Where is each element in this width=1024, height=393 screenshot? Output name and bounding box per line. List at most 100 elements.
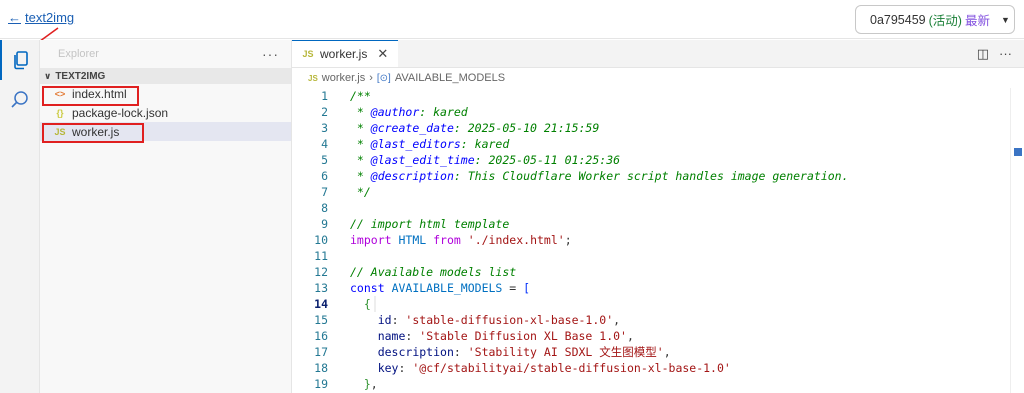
code-text: // Available models list <box>350 265 517 279</box>
file-worker-js[interactable]: JS worker.js <box>40 122 291 141</box>
code-text: key: '@cf/stabilityai/stable-diffusion-x… <box>377 361 731 375</box>
line-number: 19 <box>314 377 328 391</box>
version-status: (活动) <box>928 14 962 28</box>
line-number: 17 <box>314 345 328 359</box>
line-number: 12 <box>314 265 328 279</box>
code-line[interactable]: 7 */ <box>292 184 1024 200</box>
code-text: * @create_date: 2025-05-10 21:15:59 <box>350 121 600 135</box>
file-name: worker.js <box>72 124 120 139</box>
search-icon <box>11 91 28 108</box>
code-line[interactable]: 8 <box>292 200 1024 216</box>
code-line[interactable]: 10 import HTML from './index.html'; <box>292 232 1024 248</box>
line-number: 16 <box>314 329 328 343</box>
line-number: 11 <box>314 249 328 263</box>
variable-symbol-icon: [⊙] <box>376 72 391 84</box>
line-number: 18 <box>314 361 328 375</box>
code-line[interactable]: 1 /** <box>292 88 1024 104</box>
version-latest-badge: 最新 <box>964 14 990 28</box>
line-number: 1 <box>321 89 328 103</box>
scroll-marker <box>1014 148 1022 156</box>
code-text: * @author: kared <box>350 105 468 119</box>
code-text: description: 'Stability AI SDXL 文生图模型', <box>377 345 671 359</box>
more-actions-icon[interactable]: ··· <box>262 46 279 62</box>
code-line[interactable]: 13 const AVAILABLE_MODELS = [ <box>292 280 1024 296</box>
back-link-label: text2img <box>25 10 75 25</box>
explorer-sidebar: Explorer ··· ∨ TEXT2IMG <> index.html {}… <box>40 40 292 393</box>
top-bar: ← text2img 0a795459 (活动) 最新 ▼ <box>0 0 1024 39</box>
code-text: const AVAILABLE_MODELS = [ <box>350 281 531 295</box>
chevron-down-icon: ∨ <box>44 70 52 81</box>
json-file-icon: {} <box>56 107 64 118</box>
breadcrumb-file[interactable]: worker.js <box>322 72 365 84</box>
line-number: 8 <box>321 201 328 215</box>
file-package-lock-json[interactable]: {} package-lock.json <box>40 103 291 122</box>
code-line[interactable]: 16 name: 'Stable Diffusion XL Base 1.0', <box>292 328 1024 344</box>
back-arrow-icon: ← <box>8 10 21 25</box>
code-line[interactable]: 2 * @author: kared <box>292 104 1024 120</box>
line-number: 14 <box>314 297 328 311</box>
code-text: * @description: This Cloudflare Worker s… <box>350 169 849 183</box>
line-number: 9 <box>321 217 328 231</box>
editor-tabs: JS worker.js ✕ ◫ ··· <box>292 40 1024 68</box>
version-id: 0a795459 <box>870 12 926 27</box>
tab-label: worker.js <box>320 47 368 61</box>
folder-text2img[interactable]: ∨ TEXT2IMG <box>40 68 291 84</box>
line-number: 7 <box>321 185 328 199</box>
code-text: */ <box>350 185 371 199</box>
activity-bar <box>0 40 40 393</box>
code-text: // import html template <box>350 217 510 231</box>
code-line[interactable]: 19 }, <box>292 376 1024 392</box>
code-text: /** <box>350 89 371 103</box>
files-icon <box>14 51 28 70</box>
code-line[interactable]: 9 // import html template <box>292 216 1024 232</box>
version-selector[interactable]: 0a795459 (活动) 最新 ▼ <box>855 5 1015 34</box>
explorer-title: Explorer <box>58 48 99 60</box>
html-file-icon: <> <box>54 88 66 99</box>
back-link[interactable]: ← text2img <box>8 10 74 25</box>
file-index-html[interactable]: <> index.html <box>40 84 291 103</box>
line-number: 3 <box>321 121 328 135</box>
code-text: id: 'stable-diffusion-xl-base-1.0', <box>377 313 621 327</box>
code-line[interactable]: 4 * @last_editors: kared <box>292 136 1024 152</box>
code-text: }, <box>363 377 378 391</box>
code-line[interactable]: 5 * @last_edit_time: 2025-05-11 01:25:36 <box>292 152 1024 168</box>
code-text: * @last_editors: kared <box>350 137 510 151</box>
line-number: 5 <box>321 153 328 167</box>
editor-scrollbar[interactable] <box>1010 88 1024 393</box>
code-line[interactable]: 3 * @create_date: 2025-05-10 21:15:59 <box>292 120 1024 136</box>
explorer-header: Explorer ··· <box>40 40 291 68</box>
code-line[interactable]: 11 <box>292 248 1024 264</box>
line-number: 2 <box>321 105 328 119</box>
code-line[interactable]: 14 { <box>292 296 1024 312</box>
line-number: 13 <box>314 281 328 295</box>
breadcrumb-symbol[interactable]: AVAILABLE_MODELS <box>395 72 505 84</box>
code-text: name: 'Stable Diffusion XL Base 1.0', <box>377 329 634 343</box>
js-file-icon: JS <box>54 126 66 137</box>
breadcrumb: JS worker.js › [⊙] AVAILABLE_MODELS <box>292 68 1024 88</box>
explorer-activity-button[interactable] <box>0 40 40 80</box>
code-editor[interactable]: 1/** 2 * @author: kared 3 * @create_date: … <box>292 88 1024 393</box>
close-icon[interactable]: ✕ <box>377 46 388 62</box>
code-line[interactable]: 18 key: '@cf/stabilityai/stable-diffusio… <box>292 360 1024 376</box>
tab-worker-js[interactable]: JS worker.js ✕ <box>292 40 399 67</box>
line-number: 15 <box>314 313 328 327</box>
line-number: 6 <box>321 169 328 183</box>
code-line[interactable]: 17 description: 'Stability AI SDXL 文生图模型… <box>292 344 1024 360</box>
editor-area: JS worker.js ✕ ◫ ··· JS worker.js › [⊙] … <box>292 40 1024 393</box>
code-line[interactable]: 15 id: 'stable-diffusion-xl-base-1.0', <box>292 312 1024 328</box>
code-line[interactable]: 12 // Available models list <box>292 264 1024 280</box>
js-file-icon: JS <box>302 49 314 59</box>
split-editor-icon[interactable]: ◫ <box>977 46 989 62</box>
code-text: * @last_edit_time: 2025-05-11 01:25:36 <box>350 153 621 167</box>
more-actions-icon[interactable]: ··· <box>999 46 1012 61</box>
file-name: package-lock.json <box>72 105 169 120</box>
js-file-icon: JS <box>308 73 318 83</box>
chevron-right-icon: › <box>369 72 373 84</box>
chevron-down-icon: ▼ <box>1000 14 1010 25</box>
code-text: { <box>328 296 376 312</box>
search-activity-button[interactable] <box>0 80 40 120</box>
file-name: index.html <box>72 86 127 101</box>
code-line[interactable]: 6 * @description: This Cloudflare Worker… <box>292 168 1024 184</box>
folder-name: TEXT2IMG <box>55 70 106 82</box>
